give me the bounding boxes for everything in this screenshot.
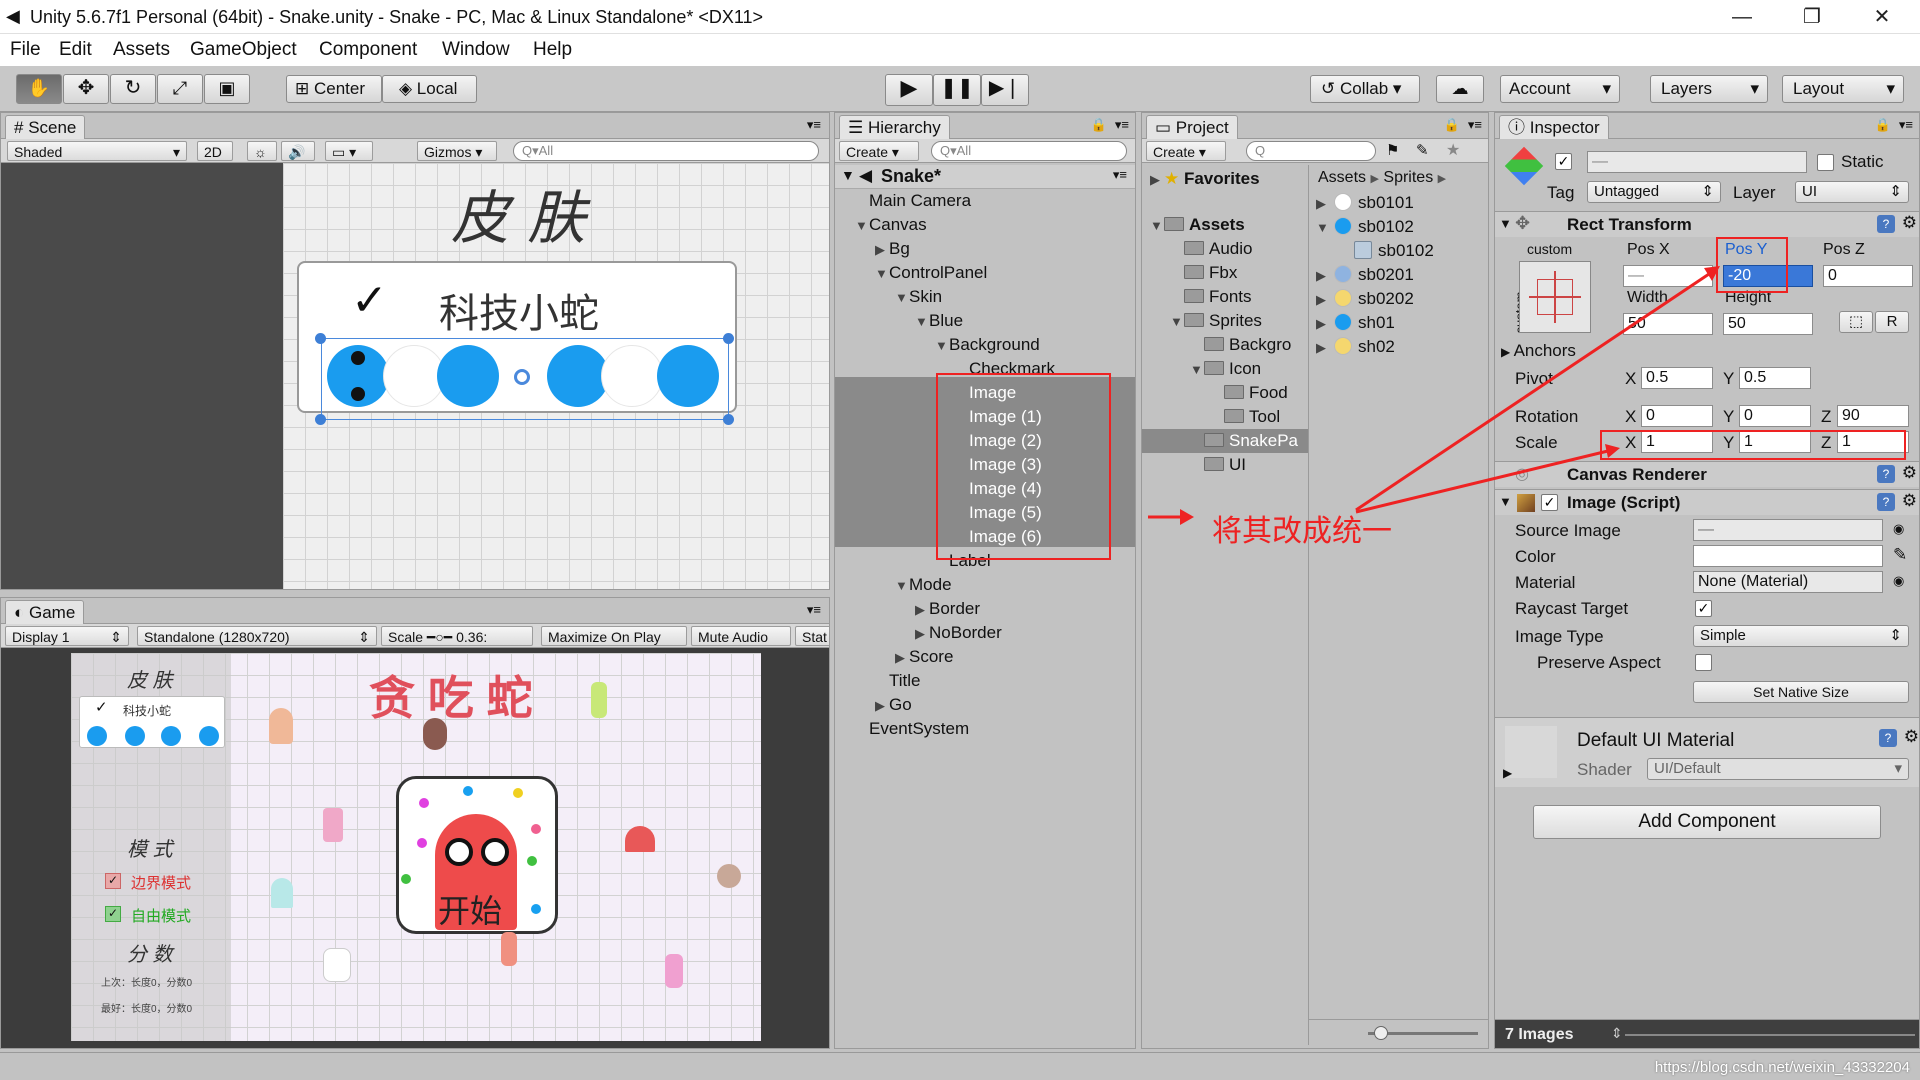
status-bar: https://blog.csdn.net/weixin_43332204 (0, 1052, 1920, 1080)
annotation-arrows (1148, 266, 1720, 525)
annotation-text: 将其改成统一 (1212, 515, 1392, 548)
watermark-text: https://blog.csdn.net/weixin_43332204 (1654, 1059, 1910, 1076)
